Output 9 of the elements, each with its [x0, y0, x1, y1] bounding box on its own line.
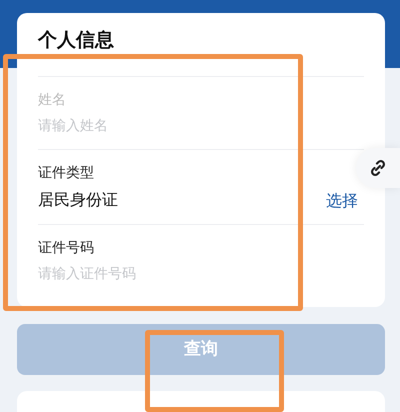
- field-label: 姓名: [38, 90, 67, 109]
- input-field[interactable]: 请输入姓名: [38, 116, 288, 137]
- field-value: 居民身份证: [38, 189, 118, 212]
- field-label: 证件类型: [38, 164, 95, 182]
- field-label: 证件号码: [38, 239, 95, 258]
- link-icon: [368, 158, 388, 178]
- input-field[interactable]: 请输入证件号码: [38, 264, 288, 286]
- card-title: 个人信息: [38, 29, 114, 52]
- select-link[interactable]: 选择: [326, 190, 358, 210]
